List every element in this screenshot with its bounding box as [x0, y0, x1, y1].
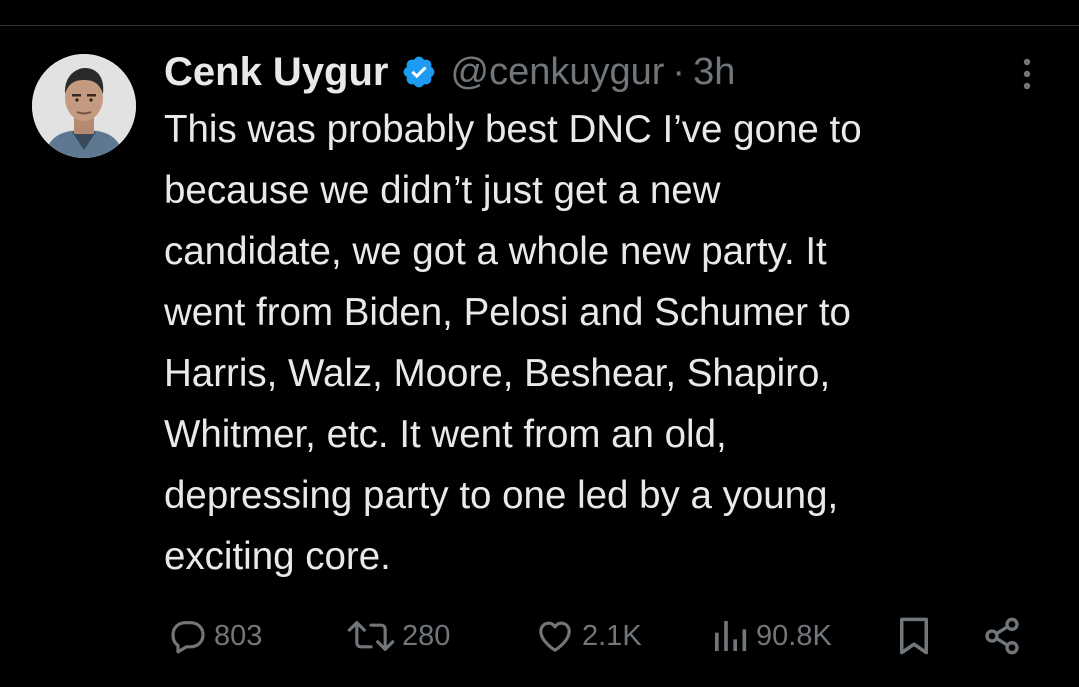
tweet-text-line: candidate, we got a whole new party. It: [164, 230, 827, 273]
top-divider: [0, 25, 1079, 26]
repost-count: 280: [402, 619, 451, 652]
views-count: 90.8K: [756, 619, 832, 652]
tweet-actions: 803 280 2.1K 90.8K: [0, 612, 1079, 660]
tweet-text-line: Harris, Walz, Moore, Beshear, Shapiro,: [164, 352, 831, 395]
header-separator: ·: [672, 50, 686, 93]
more-vertical-icon[interactable]: [1012, 56, 1042, 92]
tweet-text-line: Whitmer, etc. It went from an old,: [164, 413, 727, 456]
tweet-text-line: depressing party to one led by a young,: [164, 474, 839, 517]
bookmark-icon: [900, 617, 928, 655]
reply-count: 803: [214, 619, 263, 652]
share-button[interactable]: [982, 612, 1022, 660]
tweet-header: Cenk Uygur @cenkuygur · 3h: [164, 46, 735, 98]
tweet-text-line: This was probably best DNC I’ve gone to: [164, 108, 862, 151]
views-bar-chart-icon: [715, 621, 747, 651]
like-count: 2.1K: [582, 619, 642, 652]
reply-button[interactable]: 803: [168, 612, 262, 660]
tweet-time[interactable]: 3h: [693, 51, 735, 94]
tweet-text-line: because we didn’t just get a new: [164, 169, 721, 212]
verified-badge-icon[interactable]: [401, 54, 437, 90]
tweet-text-line: exciting core.: [164, 535, 391, 578]
views-button[interactable]: 90.8K: [710, 612, 832, 660]
like-button[interactable]: 2.1K: [534, 612, 642, 660]
share-icon: [985, 617, 1019, 655]
bookmark-button[interactable]: [896, 612, 932, 660]
author-handle[interactable]: @cenkuygur: [451, 51, 665, 94]
reply-icon: [171, 621, 205, 654]
tweet-text-line: went from Biden, Pelosi and Schumer to: [164, 291, 851, 334]
tweet-text: This was probably best DNC I’ve gone to …: [164, 99, 1044, 587]
author-display-name[interactable]: Cenk Uygur: [164, 50, 389, 95]
avatar[interactable]: [32, 54, 136, 158]
repost-button[interactable]: 280: [346, 612, 450, 660]
repost-icon: [347, 621, 395, 651]
heart-icon: [539, 621, 571, 652]
